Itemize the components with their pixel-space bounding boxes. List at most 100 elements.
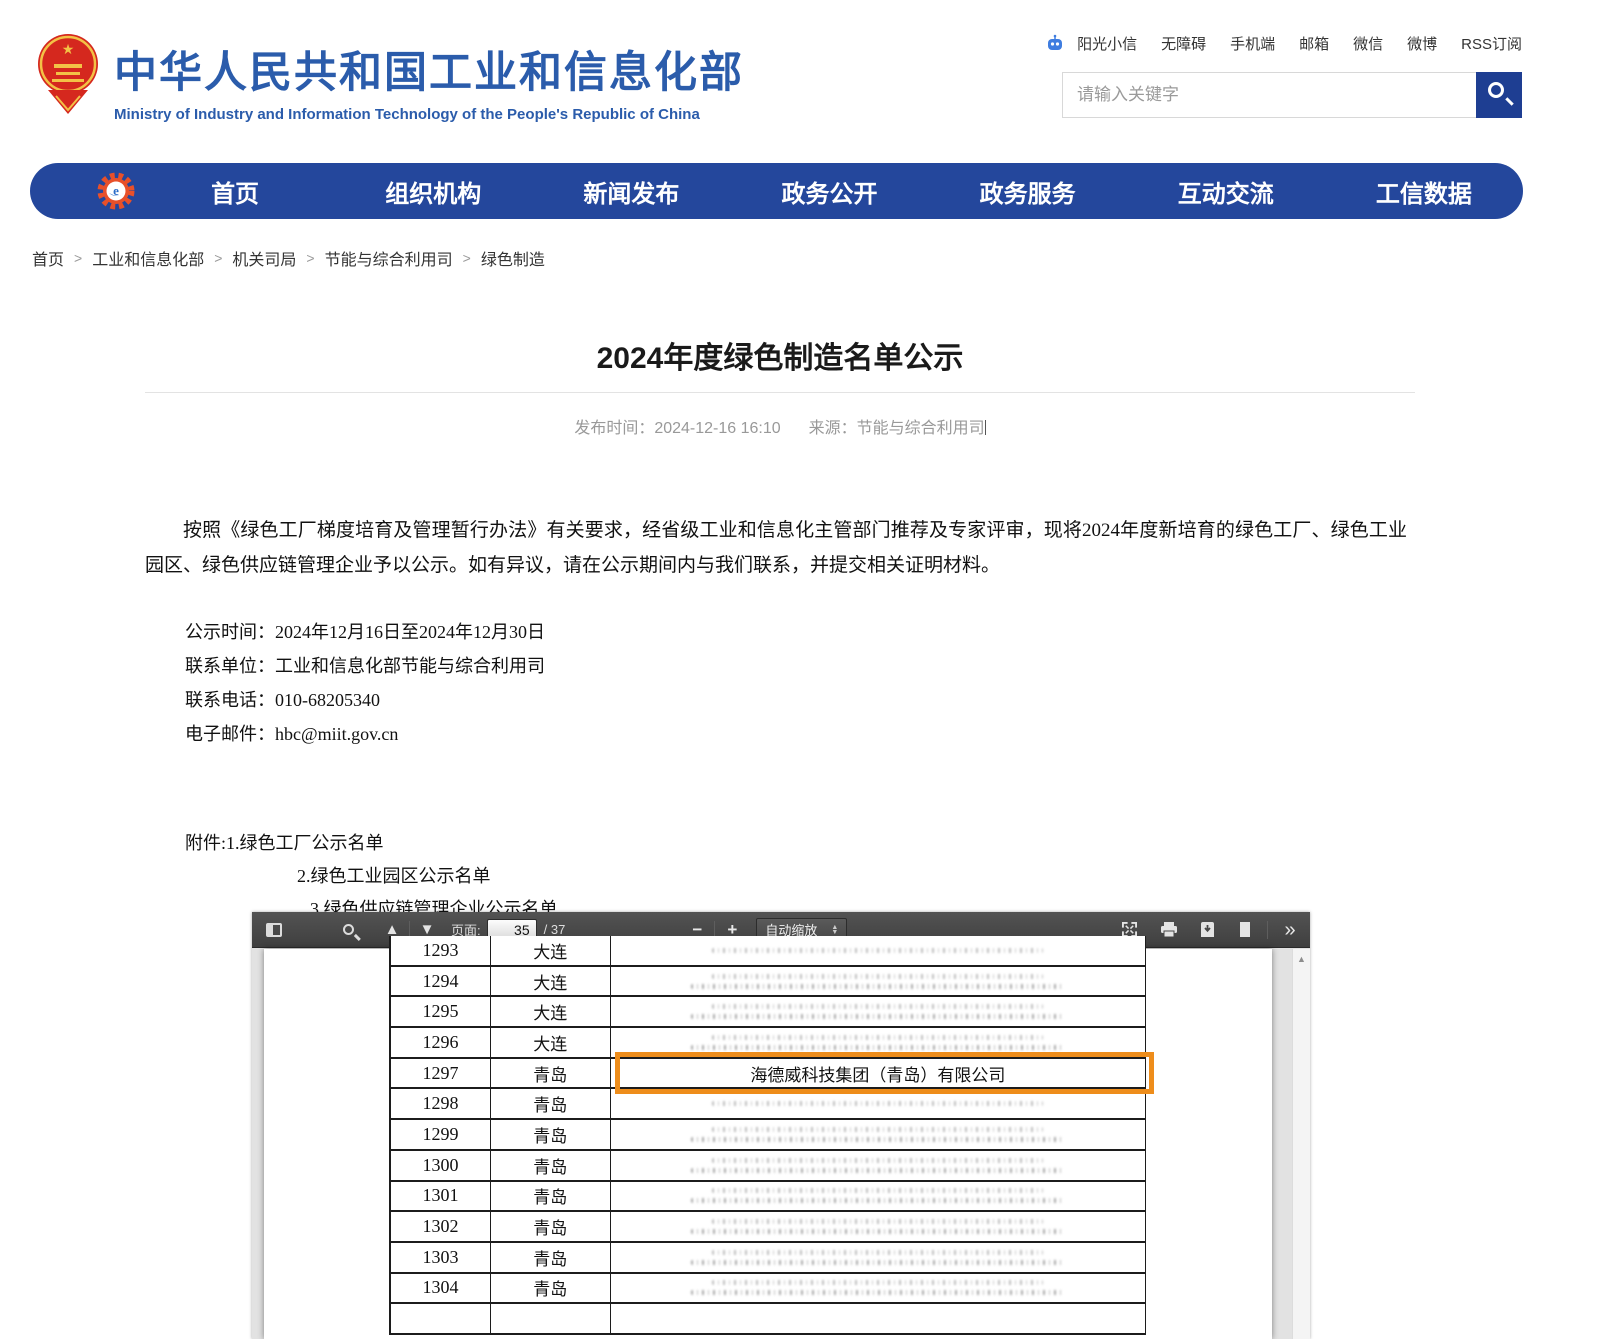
page-up-icon: ▲	[385, 922, 400, 937]
row-city: 青岛	[491, 1151, 611, 1180]
table-row: 1303 青岛	[391, 1243, 1145, 1274]
breadcrumb-separator: >	[306, 250, 314, 266]
table-row: 1298 青岛	[391, 1089, 1145, 1120]
search-icon	[1488, 82, 1504, 98]
breadcrumb-energy-dept[interactable]: 节能与综合利用司	[325, 246, 453, 270]
table-row: 1304 青岛	[391, 1274, 1145, 1305]
site-header: ★ 中华人民共和国工业和信息化部 Ministry of Industry an…	[0, 0, 1600, 150]
download-button[interactable]	[1193, 917, 1221, 943]
text-cursor	[985, 420, 986, 435]
assistant-robot-icon	[1045, 34, 1065, 54]
page-title: 2024年度绿色制造名单公示	[145, 333, 1415, 377]
row-company-redacted	[611, 1243, 1145, 1272]
nav-item-interaction[interactable]: 互动交流	[1127, 174, 1325, 209]
nav-item-miit-data[interactable]: 工信数据	[1325, 174, 1523, 209]
row-company-redacted	[611, 1304, 1145, 1333]
row-city: 青岛	[491, 1212, 611, 1241]
breadcrumb-green-manufacturing[interactable]: 绿色制造	[481, 246, 545, 270]
attachment-green-industrial-park[interactable]: 2.绿色工业园区公示名单	[145, 860, 558, 893]
scroll-up-icon[interactable]: ▲	[1293, 954, 1310, 964]
breadcrumb-home[interactable]: 首页	[32, 246, 64, 270]
table-row: 1295 大连	[391, 997, 1145, 1028]
attachment-green-factory[interactable]: 附件:1.绿色工厂公示名单	[145, 827, 558, 860]
row-city: 青岛	[491, 1274, 611, 1303]
bookmark-button[interactable]	[1231, 917, 1259, 943]
pdf-body: 1293 大连 1294 大连 1295 大连 1296 大连	[252, 949, 1310, 1339]
row-company-redacted	[611, 1182, 1145, 1211]
row-number: 1303	[391, 1243, 491, 1272]
sidebar-toggle-button[interactable]	[260, 917, 288, 943]
utility-links: 阳光小信 无障碍 手机端 邮箱 微信 微博 RSS订阅	[1045, 33, 1522, 54]
national-emblem-logo: ★	[36, 30, 100, 118]
nav-item-news[interactable]: 新闻发布	[532, 174, 730, 209]
green-factory-table: 1293 大连 1294 大连 1295 大连 1296 大连	[389, 936, 1146, 1335]
sidebar-toggle-icon	[266, 923, 282, 937]
row-company-redacted	[611, 1274, 1145, 1303]
row-number: 1294	[391, 967, 491, 996]
download-icon	[1200, 922, 1215, 937]
utility-link-mailbox[interactable]: 邮箱	[1299, 33, 1329, 54]
row-company-redacted	[611, 1151, 1145, 1180]
presentation-mode-icon	[1122, 922, 1137, 937]
print-icon	[1161, 922, 1177, 937]
page-total: / 37	[544, 922, 566, 937]
row-company-redacted	[611, 1028, 1145, 1057]
nav-item-organization[interactable]: 组织机构	[334, 174, 532, 209]
row-city: 青岛	[491, 1059, 611, 1088]
row-company-redacted	[611, 1089, 1145, 1118]
table-row: 1300 青岛	[391, 1151, 1145, 1182]
title-divider	[145, 392, 1415, 393]
find-icon	[343, 924, 354, 935]
row-company-redacted	[611, 936, 1145, 965]
row-number: 1297	[391, 1059, 491, 1088]
contact-period: 公示时间：2024年12月16日至2024年12月30日	[185, 615, 545, 649]
utility-link-assistant[interactable]: 阳光小信	[1077, 33, 1137, 54]
breadcrumb: 首页 > 工业和信息化部 > 机关司局 > 节能与综合利用司 > 绿色制造	[32, 246, 545, 270]
table-row: 1299 青岛	[391, 1120, 1145, 1151]
article: 2024年度绿色制造名单公示 发布时间：2024-12-16 16:10来源：节…	[145, 330, 1415, 912]
toolbar-divider	[1267, 921, 1268, 939]
breadcrumb-separator: >	[214, 250, 222, 266]
more-tools-icon: »	[1284, 920, 1295, 940]
table-row: 1302 青岛	[391, 1212, 1145, 1243]
table-row: 1294 大连	[391, 967, 1145, 998]
utility-link-rss[interactable]: RSS订阅	[1461, 33, 1522, 54]
search-button[interactable]	[1476, 72, 1522, 118]
row-number	[391, 1304, 491, 1333]
row-number: 1293	[391, 936, 491, 965]
row-company-redacted	[611, 997, 1145, 1026]
nav-item-gov-disclosure[interactable]: 政务公开	[730, 174, 928, 209]
row-number: 1298	[391, 1089, 491, 1118]
print-button[interactable]	[1155, 917, 1183, 943]
search-input[interactable]	[1062, 72, 1476, 118]
row-city: 大连	[491, 936, 611, 965]
row-city: 青岛	[491, 1243, 611, 1272]
utility-link-mobile[interactable]: 手机端	[1230, 33, 1275, 54]
table-row: 1293 大连	[391, 936, 1145, 967]
table-row: 1301 青岛	[391, 1182, 1145, 1213]
row-city: 大连	[491, 967, 611, 996]
more-tools-button[interactable]: »	[1276, 917, 1304, 943]
row-company: 海德威科技集团（青岛）有限公司	[611, 1059, 1145, 1088]
pdf-scrollbar[interactable]: ▲	[1292, 949, 1310, 1339]
breadcrumb-departments[interactable]: 机关司局	[232, 246, 296, 270]
row-city	[491, 1304, 611, 1333]
row-number: 1302	[391, 1212, 491, 1241]
publish-time: 2024-12-16 16:10	[654, 420, 780, 437]
row-company-redacted	[611, 967, 1145, 996]
breadcrumb-separator: >	[463, 250, 471, 266]
row-number: 1295	[391, 997, 491, 1026]
utility-link-wechat[interactable]: 微信	[1353, 33, 1383, 54]
utility-link-weibo[interactable]: 微博	[1407, 33, 1437, 54]
highlighted-company-name: 海德威科技集团（青岛）有限公司	[750, 1061, 1005, 1086]
nav-item-home[interactable]: 首页	[136, 174, 334, 209]
breadcrumb-miit[interactable]: 工业和信息化部	[92, 246, 204, 270]
find-button[interactable]	[334, 917, 362, 943]
bookmark-icon	[1240, 922, 1250, 937]
site-search	[1062, 72, 1522, 118]
nav-item-gov-services[interactable]: 政务服务	[929, 174, 1127, 209]
utility-link-accessibility[interactable]: 无障碍	[1161, 33, 1206, 54]
contact-email: 电子邮件：hbc@miit.gov.cn	[185, 717, 545, 751]
pdf-page: 1293 大连 1294 大连 1295 大连 1296 大连	[264, 949, 1272, 1339]
publish-time-label: 发布时间：	[574, 420, 654, 437]
